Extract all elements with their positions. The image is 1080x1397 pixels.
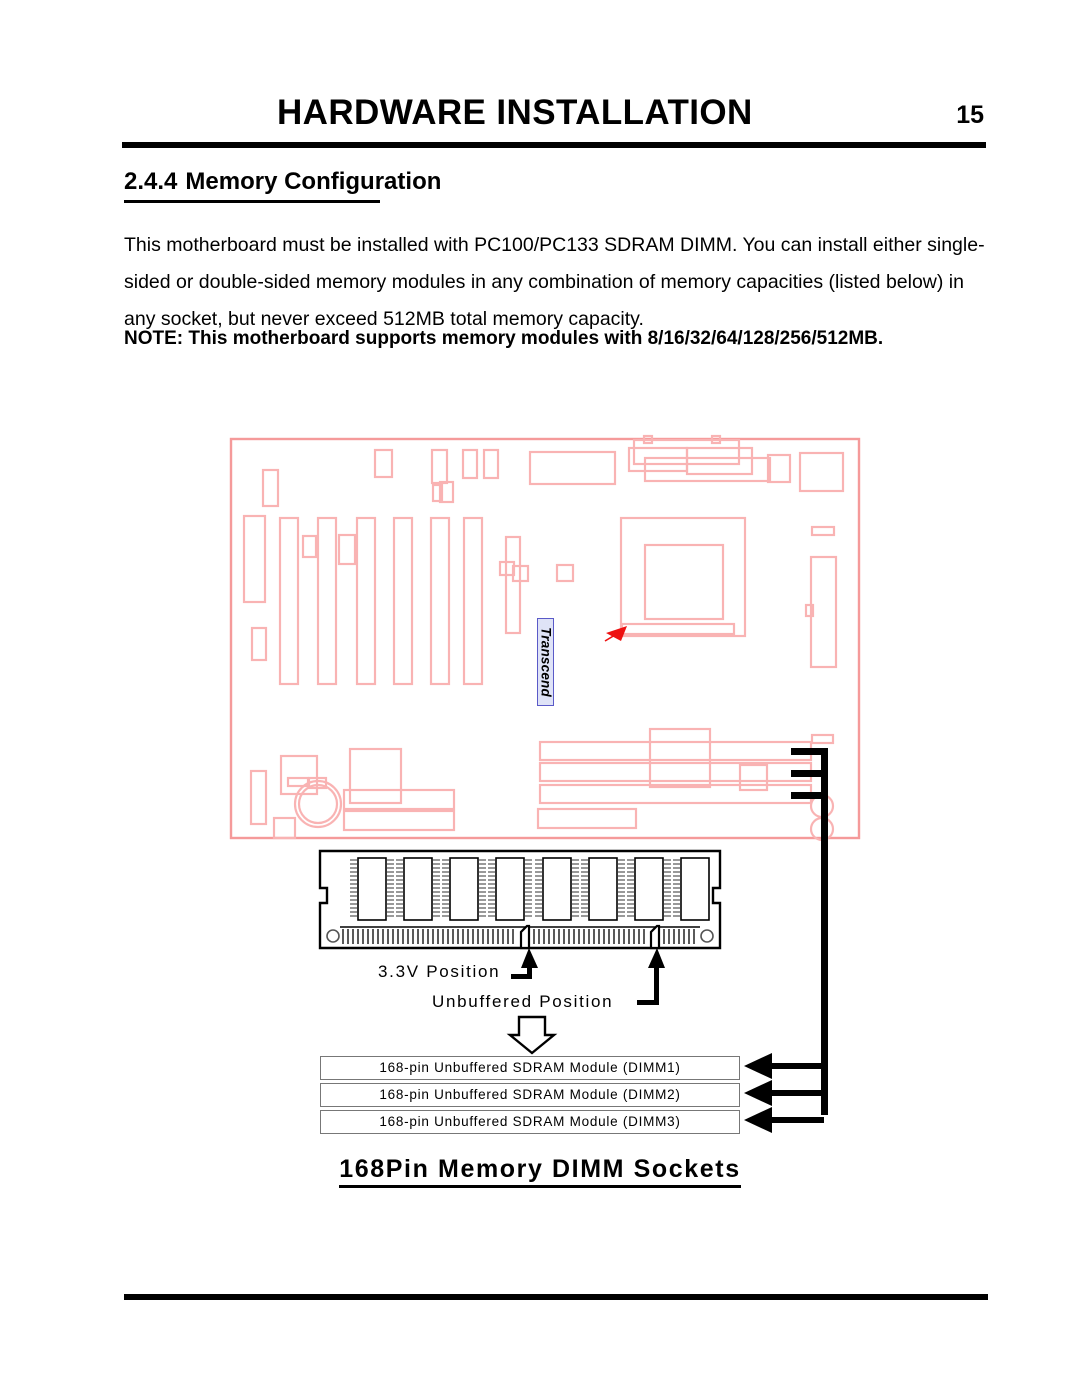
board-dimm-slot-3 [538,783,813,805]
body-paragraph: This motherboard must be installed with … [124,233,985,330]
page-header: HARDWARE INSTALLATION 15 [122,92,988,144]
footer-divider [124,1294,988,1300]
pointer-run-1 [762,1063,824,1069]
arrowhead-voltage [521,948,538,968]
leader-voltage-horizontal [511,974,532,979]
pointer-run-3 [762,1117,824,1123]
section-heading: 2.4.4 Memory Configuration [124,168,441,196]
figure-caption: 168Pin Memory DIMM Sockets [0,1155,1080,1188]
figure-caption-text: 168Pin Memory DIMM Sockets [339,1155,741,1188]
board-dimm-slot-2 [538,761,813,783]
section-number: 2.4.4 [124,168,178,195]
pointer-arrowhead-1 [744,1053,772,1079]
dimm-key-notch-buffer [649,924,661,950]
arrowhead-buffer [648,948,665,968]
section-title: Memory Configuration [185,168,442,195]
dimm-socket-label-3: 168-pin Unbuffered SDRAM Module (DIMM3) [320,1110,740,1134]
dimm-contacts [342,929,695,944]
cpu-pin1-arrow [604,626,627,642]
dimm-key-notch-voltage [519,924,531,950]
transcend-brand-tag: Transcend [537,618,554,706]
pointer-stub-2 [791,770,828,777]
note-text: NOTE: This motherboard supports memory m… [124,328,884,349]
callout-label-voltage-position: 3.3V Position [378,962,501,981]
callout-label-buffer-position: Unbuffered Position [432,992,614,1011]
dimm-pointer-network [744,748,828,1133]
pointer-run-2 [762,1090,824,1096]
pointer-arrowhead-2 [744,1080,772,1106]
pointer-stub-3 [791,792,828,799]
dimm-socket-label-2: 168-pin Unbuffered SDRAM Module (DIMM2) [320,1083,740,1107]
pointer-trunk [821,748,828,1115]
dimm-socket-label-1: 168-pin Unbuffered SDRAM Module (DIMM1) [320,1056,740,1080]
transcend-brand-label: Transcend [538,627,553,697]
section-heading-underline [124,200,380,203]
page-title: HARDWARE INSTALLATION [277,93,753,132]
dimm-chips [350,857,710,921]
dimm-pcb [318,849,722,950]
pointer-stub-1 [791,748,828,755]
dimm-mount-hole-left [326,929,340,943]
install-direction-arrow-icon [506,1015,558,1055]
leader-voltage-vertical [527,962,532,979]
board-dimm-slot-1 [538,740,813,762]
dimm-module-illustration [318,849,722,950]
pointer-arrowhead-3 [744,1107,772,1133]
header-divider [122,142,986,148]
leader-buffer-vertical [654,963,659,1005]
page-number: 15 [956,101,984,129]
dimm-mount-hole-right [700,929,714,943]
leader-buffer-horizontal [637,1000,659,1005]
